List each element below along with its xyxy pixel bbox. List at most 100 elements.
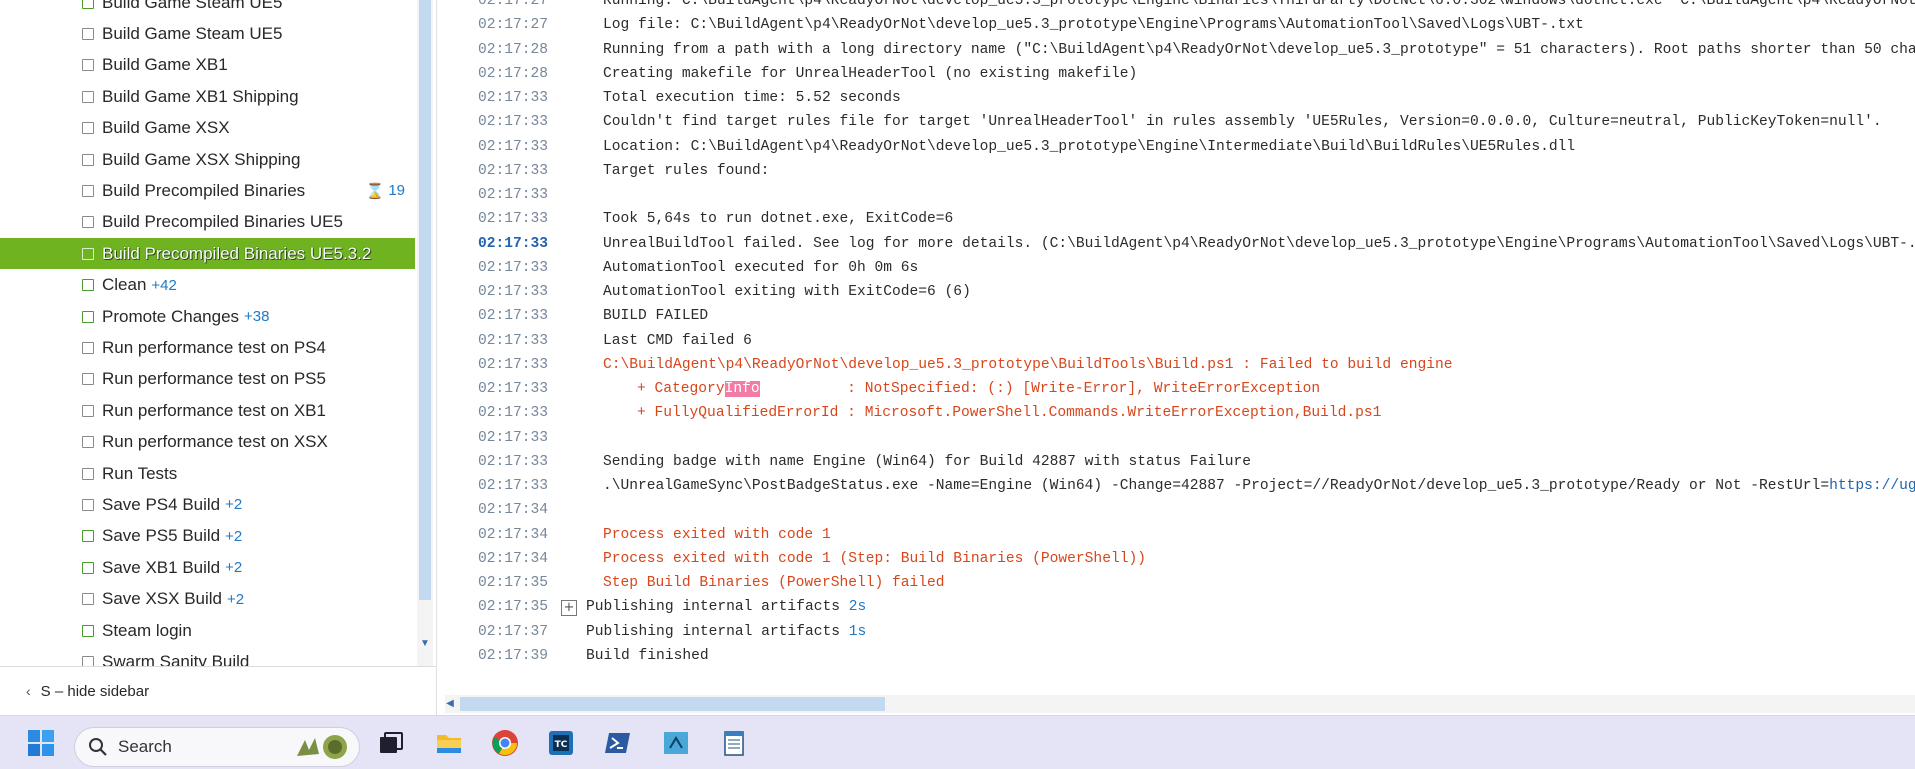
- log-message: AutomationTool exiting with ExitCode=6 (…: [603, 281, 971, 304]
- chrome-icon[interactable]: [491, 729, 519, 757]
- build-config-item[interactable]: Run performance test on XSX: [0, 427, 415, 458]
- build-config-label: Run performance test on XSX: [102, 432, 328, 452]
- log-link[interactable]: https://ugs-metadata: [1829, 478, 1915, 494]
- build-config-item[interactable]: Steam login: [0, 615, 415, 646]
- log-message: + CategoryInfo : NotSpecified: (:) [Writ…: [637, 378, 1320, 401]
- file-explorer-icon[interactable]: [435, 729, 463, 757]
- log-line: 02:17:33 + FullyQualifiedErrorId : Micros…: [449, 402, 1915, 425]
- build-config-item[interactable]: Promote Changes +38: [0, 301, 415, 332]
- log-text: Total execution time: 5.52 seconds: [603, 90, 901, 106]
- log-message: Process exited with code 1 (Step: Build …: [603, 548, 1146, 571]
- build-status-icon: [82, 373, 94, 386]
- build-config-item[interactable]: Run performance test on PS5: [0, 364, 415, 395]
- notepad-icon[interactable]: [720, 729, 748, 757]
- log-text: Log file: C:\BuildAgent\p4\ReadyOrNot\de…: [603, 17, 1584, 34]
- build-config-item[interactable]: Build Game Steam UE5: [0, 0, 415, 18]
- build-config-item[interactable]: Clean +42: [0, 270, 415, 301]
- build-config-item[interactable]: Run performance test on PS4: [0, 332, 415, 363]
- build-config-item[interactable]: Build Precompiled Binaries ⌛ 19: [0, 175, 415, 206]
- build-status-icon: [82, 184, 94, 197]
- build-config-item[interactable]: Save XB1 Build +2: [0, 552, 415, 583]
- log-line: 02:17:33 Sending badge with name Engine (…: [449, 451, 1915, 474]
- log-text: BUILD FAILED: [603, 308, 709, 325]
- windows-start-icon[interactable]: [27, 729, 55, 757]
- hide-sidebar-button[interactable]: ‹ S – hide sidebar: [0, 666, 436, 715]
- build-config-item[interactable]: Swarm Sanity Build: [0, 646, 415, 666]
- log-message: UnrealBuildTool failed. See log for more…: [603, 233, 1915, 256]
- build-config-label: Build Game XB1: [102, 55, 228, 75]
- build-config-item[interactable]: Build Game XB1: [0, 50, 415, 81]
- change-count-badge: +38: [244, 308, 270, 325]
- build-config-label: Build Game XSX Shipping: [102, 149, 301, 169]
- build-status-icon: [82, 310, 94, 323]
- log-message: Publishing internal artifacts 2s: [586, 596, 866, 619]
- build-config-item[interactable]: Build Game Steam UE5: [0, 18, 415, 49]
- build-config-item[interactable]: Save XSX Build +2: [0, 584, 415, 615]
- log-message: Location: C:\BuildAgent\p4\ReadyOrNot\de…: [603, 136, 1575, 159]
- log-timestamp: 02:17:27: [478, 0, 549, 9]
- build-config-label: Save PS4 Build: [102, 494, 221, 514]
- log-line: 02:17:33 BUILD FAILED: [449, 305, 1915, 328]
- log-text: : NotSpecified: (:) [Write-Error], Write…: [759, 381, 1321, 397]
- log-line: 02:17:35 + Publishing internal artifacts 2…: [449, 596, 1915, 619]
- build-config-item[interactable]: Save PS5 Build +2: [0, 521, 415, 552]
- expand-icon[interactable]: +: [561, 600, 577, 617]
- log-horizontal-scrollbar-thumb[interactable]: [460, 697, 885, 711]
- build-config-item[interactable]: Save PS4 Build +2: [0, 489, 415, 520]
- log-line: 02:17:34 Process exited with code 1 (Step…: [449, 548, 1915, 571]
- log-line: 02:17:33 Couldn't find target rules file …: [449, 111, 1915, 134]
- change-count-badge: +42: [151, 276, 177, 294]
- log-text: .\UnrealGameSync\PostBadgeStatus.exe -Na…: [603, 478, 1830, 494]
- build-status-icon: [82, 436, 94, 449]
- scroll-left-arrow-icon[interactable]: ◀: [444, 697, 456, 711]
- log-text: Process exited with code 1 (Step: Build …: [603, 550, 1146, 567]
- build-config-label: Run performance test on PS4: [102, 337, 326, 357]
- teamcity-icon[interactable]: TC: [547, 729, 575, 757]
- log-message: Last CMD failed 6: [603, 330, 752, 353]
- queued-builds-badge[interactable]: ⌛ 19: [366, 182, 405, 200]
- build-config-item-selected[interactable]: Build Precompiled Binaries UE5.3.2: [0, 238, 415, 270]
- taskbar-search-input[interactable]: Search: [74, 727, 360, 767]
- build-config-label: Save XSX Build: [102, 589, 223, 609]
- log-text: AutomationTool exiting with ExitCode=6 (…: [603, 284, 971, 300]
- log-text: Publishing internal artifacts: [586, 623, 840, 640]
- log-timestamp: 02:17:33: [478, 211, 549, 228]
- log-line: 02:17:33 Last CMD failed 6: [449, 330, 1915, 353]
- log-message: .\UnrealGameSync\PostBadgeStatus.exe -Na…: [603, 475, 1915, 498]
- build-status-icon: [82, 404, 94, 417]
- queued-count: 19: [388, 182, 405, 200]
- log-timestamp: 02:17:27: [478, 17, 549, 34]
- log-text: Took 5,64s to run dotnet.exe, ExitCode=6: [603, 211, 954, 228]
- build-config-label: Clean: [102, 275, 147, 295]
- build-config-label: Steam login: [102, 620, 192, 640]
- build-status-icon: [82, 0, 94, 9]
- build-config-item[interactable]: Build Game XSX Shipping: [0, 144, 415, 175]
- chevron-left-icon: ‹: [26, 683, 31, 699]
- visual-studio-icon[interactable]: [662, 729, 690, 757]
- log-line: 02:17:33 Target rules found:: [449, 160, 1915, 183]
- log-timestamp: 02:17:33: [478, 235, 549, 252]
- build-config-item[interactable]: Build Game XB1 Shipping: [0, 81, 415, 112]
- log-text: Build finished: [586, 647, 709, 664]
- build-config-label: Build Precompiled Binaries UE5: [102, 212, 343, 232]
- build-config-item[interactable]: Run Tests: [0, 458, 415, 489]
- build-status-icon: [82, 561, 94, 574]
- log-message: Log file: C:\BuildAgent\p4\ReadyOrNot\de…: [603, 14, 1584, 37]
- build-config-item[interactable]: Build Precompiled Binaries UE5: [0, 207, 415, 238]
- search-match-highlight: Info: [724, 381, 760, 397]
- log-text: Running from a path with a long director…: [603, 41, 1915, 58]
- powershell-icon[interactable]: [604, 729, 632, 757]
- scroll-down-arrow-icon[interactable]: ▼: [419, 638, 431, 650]
- build-config-item[interactable]: Run performance test on XB1: [0, 395, 415, 426]
- sidebar-scrollbar-thumb[interactable]: [419, 0, 431, 600]
- log-line: 02:17:33 + CategoryInfo : NotSpecified: (…: [449, 378, 1915, 401]
- sidebar: Build Game Steam UE5 Build Game Steam UE5…: [0, 0, 437, 715]
- log-timestamp: 02:17:34: [478, 502, 549, 519]
- task-view-icon[interactable]: [377, 729, 405, 757]
- build-config-item[interactable]: Build Game XSX: [0, 113, 415, 144]
- build-config-label: Build Game Steam UE5: [102, 23, 283, 43]
- build-status-icon: [82, 467, 94, 480]
- build-config-label: Build Game XSX: [102, 118, 230, 138]
- log-timestamp: 02:17:34: [478, 550, 549, 567]
- log-timestamp: 02:17:33: [478, 405, 549, 422]
